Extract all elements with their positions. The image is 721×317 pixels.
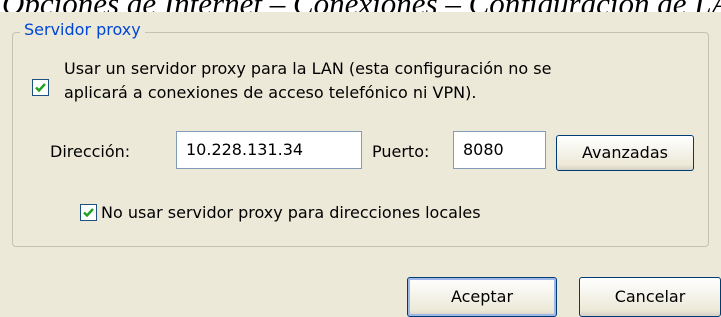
advanced-button[interactable]: Avanzadas [556,135,694,171]
use-proxy-checkbox[interactable] [32,79,49,96]
lan-settings-dialog: Servidor proxy Usar un servidor proxy pa… [0,12,721,317]
bypass-local-checkbox[interactable] [80,204,97,221]
port-input[interactable]: 8080 [453,131,546,169]
use-proxy-label-line1: Usar un servidor proxy para la LAN (esta… [64,59,552,78]
cancel-button[interactable]: Cancelar [579,277,721,317]
ok-button[interactable]: Aceptar [407,277,557,317]
bypass-local-label: No usar servidor proxy para direcciones … [101,203,481,222]
use-proxy-label-line2: aplicará a conexiones de acceso telefóni… [64,83,477,102]
address-label: Dirección: [50,142,131,161]
port-label: Puerto: [372,142,430,161]
checkmark-icon [35,83,46,93]
checkmark-icon [83,208,94,218]
address-input[interactable]: 10.228.131.34 [176,131,362,169]
proxy-server-group-title: Servidor proxy [20,20,145,40]
